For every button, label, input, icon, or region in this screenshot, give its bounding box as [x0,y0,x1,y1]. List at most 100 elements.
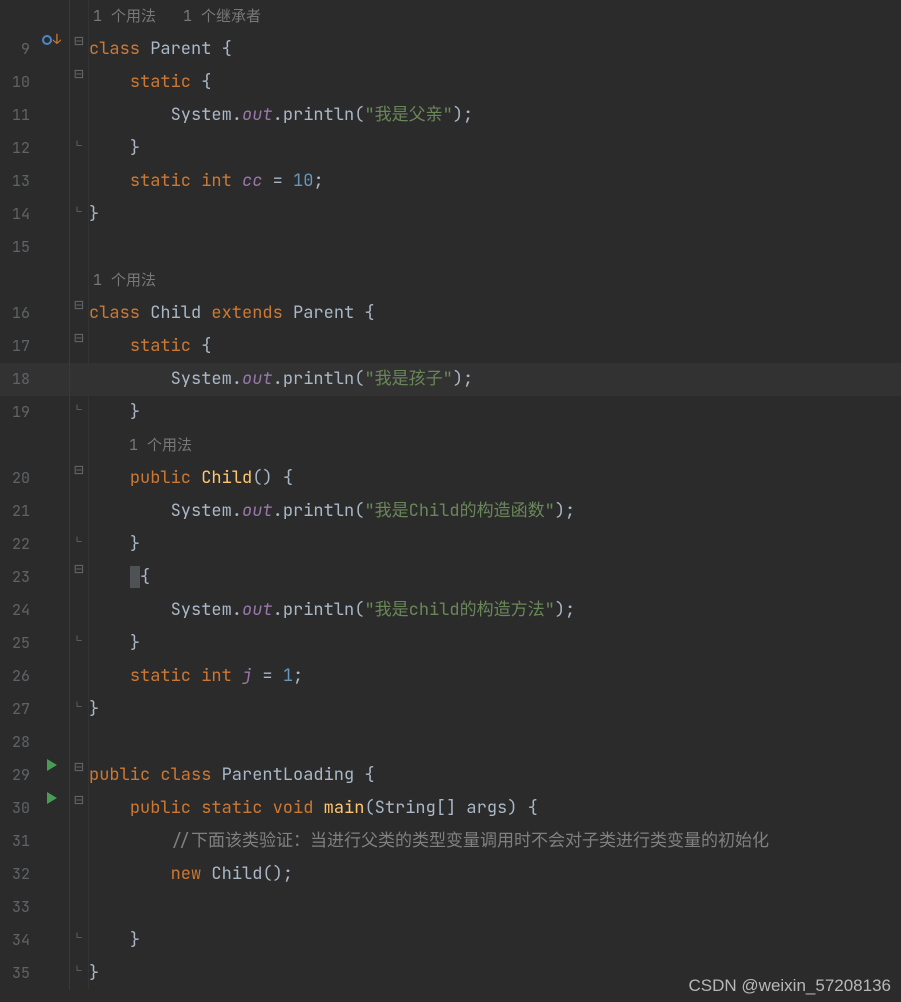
token-par: } [130,137,140,159]
fold-gutter[interactable]: ⊟ [69,462,89,478]
fold-gutter[interactable]: ⌞ [69,957,89,973]
code-line[interactable]: 10⊟ static { [0,66,901,99]
token-cls: System. [171,500,242,522]
token-cmt: //下面该类验证：当进行父类的类型变量调用时不会对子类进行类变量的初始化 [171,830,769,852]
code-line[interactable]: 27⌞} [0,693,901,726]
implemented-icon[interactable]: ↓ [42,33,61,47]
code-content[interactable]: System.out.println("我是child的构造方法"); [89,594,901,627]
code-content[interactable]: } [89,132,901,165]
code-line[interactable]: 17⊟ static { [0,330,901,363]
token-cls: System. [171,104,242,126]
code-line[interactable]: 1 个用法 [0,429,901,462]
token-text [89,632,130,654]
run-icon[interactable] [47,792,57,804]
code-line[interactable]: 28 [0,726,901,759]
fold-collapse-icon[interactable]: ⊟ [74,330,84,346]
code-line[interactable]: 30⊟ public static void main(String[] arg… [0,792,901,825]
code-content[interactable]: System.out.println("我是孩子"); [89,363,901,396]
fold-gutter[interactable]: ⊟ [69,66,89,82]
fold-gutter[interactable]: ⌞ [69,528,89,544]
fold-end-icon: ⌞ [74,528,84,544]
fold-collapse-icon[interactable]: ⊟ [74,297,84,313]
fold-gutter[interactable]: ⊟ [69,330,89,346]
code-line[interactable]: 12⌞ } [0,132,901,165]
token-par: { [528,797,538,819]
code-line[interactable]: 18 System.out.println("我是孩子"); [0,363,901,396]
code-content[interactable]: } [89,924,901,957]
code-line[interactable]: 14⌞} [0,198,901,231]
line-number: 23 [0,561,34,594]
inlay-hint[interactable]: 1 个用法 [89,435,192,455]
fold-gutter[interactable]: ⌞ [69,132,89,148]
code-line[interactable]: 22⌞ } [0,528,901,561]
token-cls: .println( [273,500,365,522]
code-line[interactable]: 24 System.out.println("我是child的构造方法"); [0,594,901,627]
code-content[interactable]: public static void main(String[] args) { [89,792,901,825]
code-content[interactable]: static { [89,66,901,99]
code-line[interactable]: 25⌞ } [0,627,901,660]
code-line[interactable]: 11 System.out.println("我是父亲"); [0,99,901,132]
fold-gutter[interactable]: ⌞ [69,627,89,643]
code-line[interactable]: 32 new Child(); [0,858,901,891]
fold-collapse-icon[interactable]: ⊟ [74,462,84,478]
code-content[interactable]: //下面该类验证：当进行父类的类型变量调用时不会对子类进行类变量的初始化 [89,825,901,858]
code-content[interactable]: { [89,561,901,594]
token-str: "我是child的构造方法" [364,599,554,621]
line-number: 28 [0,726,34,759]
fold-gutter[interactable]: ⌞ [69,198,89,214]
code-content[interactable]: System.out.println("我是父亲"); [89,99,901,132]
code-line[interactable]: 20⊟ public Child() { [0,462,901,495]
code-content[interactable]: static int j = 1; [89,660,901,693]
fold-gutter[interactable]: ⌞ [69,396,89,412]
inlay-hint[interactable]: 1 个用法 1 个继承者 [89,6,261,26]
code-content[interactable]: System.out.println("我是Child的构造函数"); [89,495,901,528]
fold-collapse-icon[interactable]: ⊟ [74,66,84,82]
code-line[interactable]: 21 System.out.println("我是Child的构造函数"); [0,495,901,528]
code-editor[interactable]: 1 个用法 1 个继承者9↓⊟class Parent {10⊟ static … [0,0,901,990]
code-content[interactable]: class Child extends Parent { [89,297,901,330]
code-content[interactable]: } [89,693,901,726]
code-line[interactable]: 26 static int j = 1; [0,660,901,693]
code-content[interactable]: 1 个用法 1 个继承者 [89,0,901,33]
inlay-hint[interactable]: 1 个用法 [89,270,156,290]
code-content[interactable]: public Child() { [89,462,901,495]
code-line[interactable]: 15 [0,231,901,264]
run-icon[interactable] [47,759,57,771]
fold-gutter[interactable]: ⊟ [69,297,89,313]
code-content[interactable]: static { [89,330,901,363]
code-line[interactable]: 16⊟class Child extends Parent { [0,297,901,330]
code-line[interactable]: 34⌞ } [0,924,901,957]
fold-collapse-icon[interactable]: ⊟ [74,33,84,49]
token-par: ; [565,599,575,621]
fold-gutter[interactable]: ⊟ [69,792,89,808]
code-content[interactable]: class Parent { [89,33,901,66]
code-line[interactable]: 31 //下面该类验证：当进行父类的类型变量调用时不会对子类进行类变量的初始化 [0,825,901,858]
fold-collapse-icon[interactable]: ⊟ [74,759,84,775]
fold-collapse-icon[interactable]: ⊟ [74,561,84,577]
code-content[interactable]: } [89,627,901,660]
fold-gutter[interactable]: ⊟ [69,561,89,577]
fold-gutter[interactable]: ⌞ [69,924,89,940]
fold-collapse-icon[interactable]: ⊟ [74,792,84,808]
code-content[interactable]: new Child(); [89,858,901,891]
code-line[interactable]: 13 static int cc = 10; [0,165,901,198]
code-content[interactable]: } [89,198,901,231]
code-content[interactable]: } [89,528,901,561]
token-text [89,863,171,885]
code-content[interactable]: static int cc = 10; [89,165,901,198]
fold-gutter[interactable]: ⊟ [69,759,89,775]
code-line[interactable]: 1 个用法 1 个继承者 [0,0,901,33]
token-text [89,929,130,951]
code-content[interactable]: 1 个用法 [89,429,901,462]
fold-gutter[interactable]: ⌞ [69,693,89,709]
code-line[interactable]: 33 [0,891,901,924]
code-line[interactable]: 1 个用法 [0,264,901,297]
code-content[interactable]: 1 个用法 [89,264,901,297]
fold-gutter[interactable]: ⊟ [69,33,89,49]
code-line[interactable]: 9↓⊟class Parent { [0,33,901,66]
code-content[interactable]: } [89,396,901,429]
code-line[interactable]: 19⌞ } [0,396,901,429]
code-line[interactable]: 23 ⊟ { [0,561,901,594]
code-line[interactable]: 29⊟public class ParentLoading { [0,759,901,792]
code-content[interactable]: public class ParentLoading { [89,759,901,792]
